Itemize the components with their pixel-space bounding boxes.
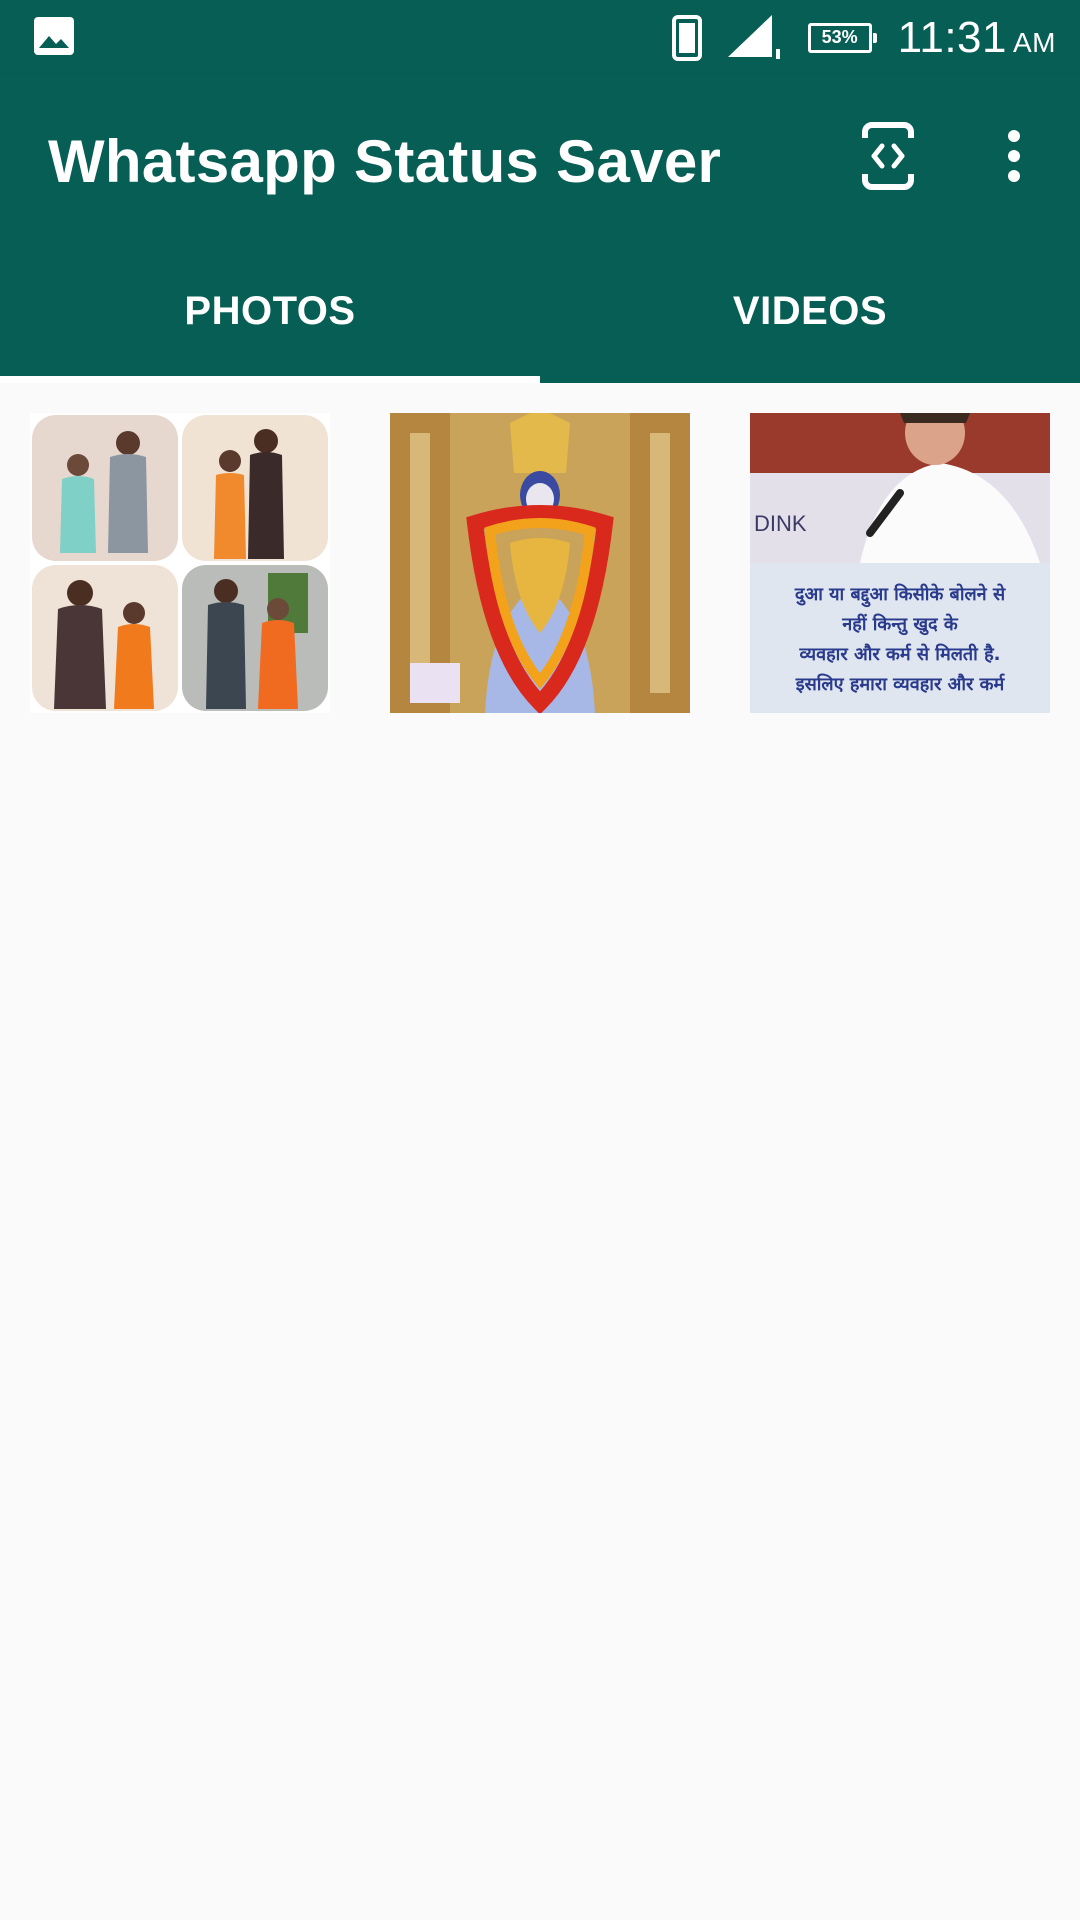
tab-videos[interactable]: VIDEOS [540, 240, 1080, 383]
photo-thumbnail-collage[interactable] [30, 413, 330, 713]
quote-line-4: इसलिए हमारा व्यवहार और कर्म [795, 673, 1006, 695]
battery-icon: 53% [807, 22, 877, 53]
quote-line-1: दुआ या बद्दुआ किसीके बोलने से [794, 583, 1006, 608]
status-bar: 53% 11:31 AM [0, 0, 1080, 75]
gallery-icon [34, 17, 74, 55]
photo-thumbnail-quote[interactable]: DINK दुआ या बद्दुआ किसीके बोलने से नहीं … [750, 413, 1050, 713]
tab-photos[interactable]: PHOTOS [0, 240, 540, 383]
battery-level: 53% [821, 27, 858, 47]
signal-icon [727, 14, 780, 59]
clock-ampm: AM [1013, 26, 1056, 58]
quote-line-3: व्यवहार और कर्म से मिलती है. [799, 643, 1001, 665]
quote-line-2: नहीं किन्तु खुद के [841, 613, 959, 636]
svg-text:DINK: DINK [754, 511, 807, 536]
clock: 11:31 AM [898, 13, 1056, 63]
scan-icon[interactable] [862, 122, 914, 190]
tab-bar: PHOTOS VIDEOS [0, 240, 1080, 383]
clock-time: 11:31 [897, 12, 1007, 62]
phone-icon [671, 14, 702, 61]
photo-thumbnail-deity[interactable] [390, 413, 690, 713]
app-title: Whatsapp Status Saver [48, 128, 722, 195]
app-bar: Whatsapp Status Saver [0, 75, 1080, 240]
more-options-icon[interactable] [1000, 127, 1028, 185]
